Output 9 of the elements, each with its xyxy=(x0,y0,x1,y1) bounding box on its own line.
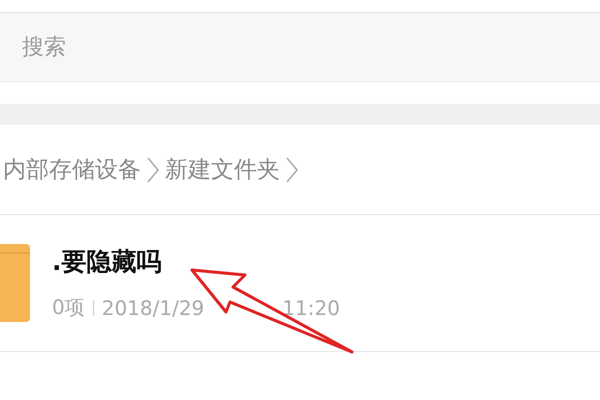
search-field[interactable]: 搜索 xyxy=(0,13,600,82)
breadcrumb-item[interactable]: 新建文件夹 xyxy=(165,154,280,185)
item-count: 0项 xyxy=(52,294,85,321)
folder-name: .要隐藏吗 xyxy=(52,246,162,278)
breadcrumb-item[interactable]: 内部存储设备 xyxy=(3,154,141,185)
modified-date: 2018/1/29 xyxy=(102,296,204,320)
modified-time: 11:20 xyxy=(282,296,340,320)
chevron-right-icon xyxy=(286,156,298,182)
chevron-right-icon xyxy=(147,156,159,182)
